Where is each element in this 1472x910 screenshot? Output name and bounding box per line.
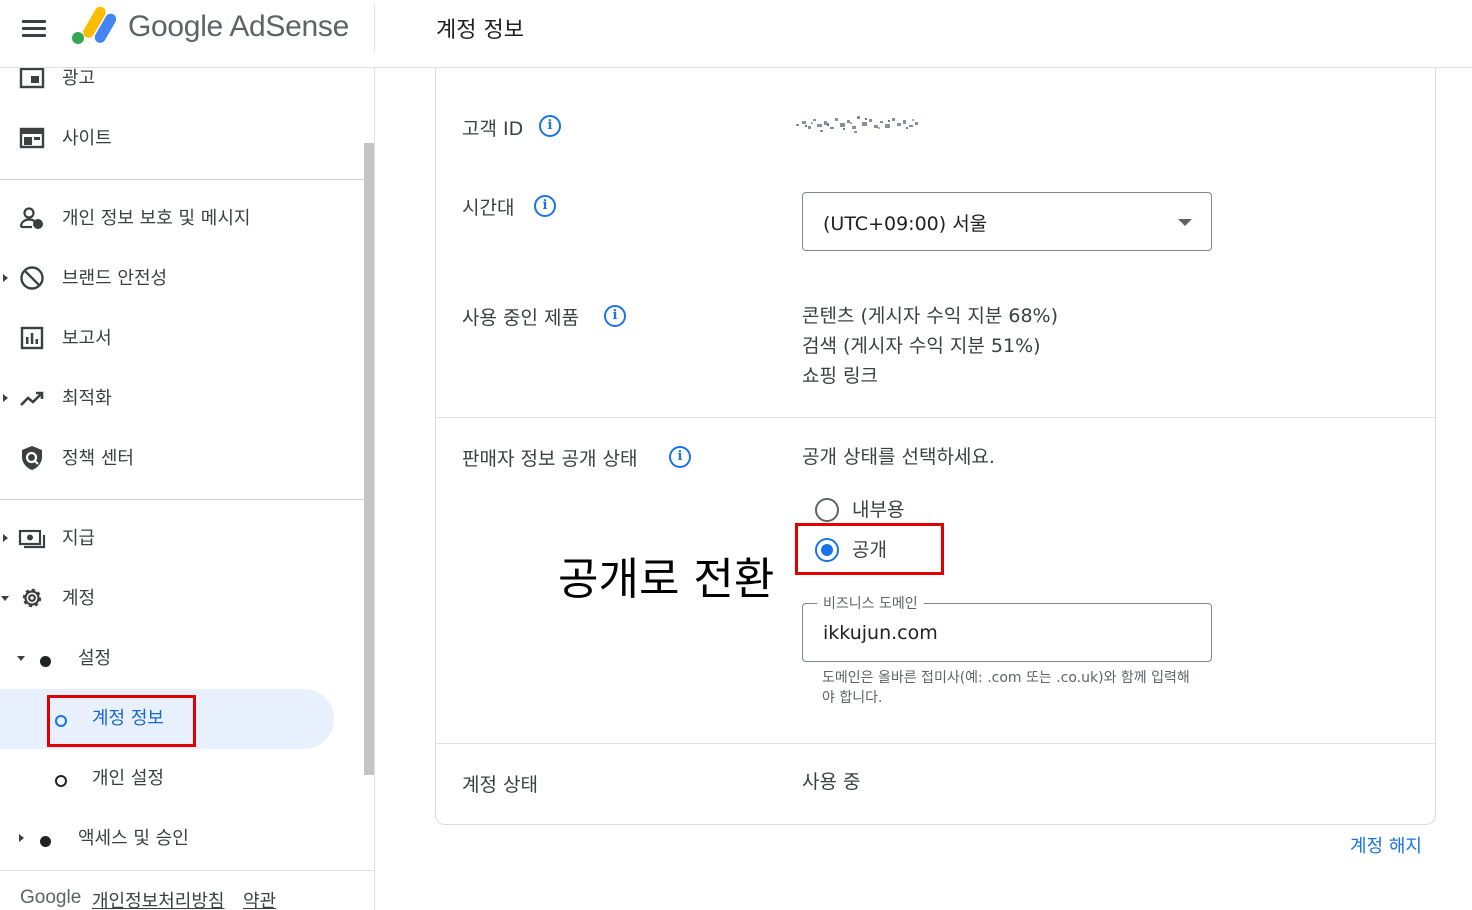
- sidebar-item-privacy-messaging[interactable]: 개인 정보 보호 및 메시지: [0, 190, 362, 246]
- sidebar-item-optimization[interactable]: 최적화: [0, 370, 362, 426]
- expand-caret-icon[interactable]: [19, 834, 24, 842]
- expand-caret-icon[interactable]: [3, 534, 8, 542]
- sidebar-item-label: 최적화: [62, 388, 112, 409]
- app-header: Google AdSense 계정 정보: [0, 0, 1472, 68]
- sidebar-item-label: 개인 설정: [92, 768, 164, 789]
- google-wordmark: Google: [20, 887, 82, 908]
- collapse-caret-icon[interactable]: [1, 596, 9, 601]
- account-status-label: 계정 상태: [462, 774, 538, 796]
- block-icon: [20, 266, 44, 290]
- sidebar-item-label: 계정: [62, 588, 96, 609]
- brand-name: Google AdSense: [128, 10, 349, 43]
- sidebar-item-label: 개인 정보 보호 및 메시지: [62, 208, 251, 229]
- collapse-caret-icon[interactable]: [17, 656, 25, 661]
- policy-shield-icon: [22, 446, 42, 470]
- timezone-select[interactable]: (UTC+09:00) 서울: [802, 192, 1212, 251]
- sidebar-item-label: 정책 센터: [62, 448, 134, 469]
- trending-up-icon: [20, 391, 44, 406]
- bar-chart-icon: [20, 326, 44, 350]
- adsense-logo-icon: [72, 6, 116, 44]
- site-icon: [19, 127, 45, 149]
- gear-icon: [22, 588, 42, 608]
- redacted-customer-id: [796, 116, 918, 133]
- product-item: 콘텐츠 (게시자 수익 지분 68%): [802, 305, 1059, 327]
- business-domain-field[interactable]: 비즈니스 도메인 ikkujun.com: [802, 593, 1212, 662]
- sidebar-item-access-authorization[interactable]: 액세스 및 승인: [0, 810, 362, 866]
- dropdown-arrow-icon: [1178, 219, 1192, 226]
- sidebar-item-reports[interactable]: 보고서: [0, 310, 362, 366]
- customer-id-label: 고객 ID: [462, 118, 524, 140]
- sidebar-divider: [0, 179, 364, 180]
- expand-caret-icon[interactable]: [3, 274, 8, 282]
- payments-icon: [18, 529, 46, 549]
- sidebar-item-label: 설정: [78, 648, 112, 669]
- terms-link[interactable]: 약관: [243, 887, 276, 910]
- sidebar-item-ads[interactable]: 광고: [0, 68, 362, 106]
- sidebar-item-brand-safety[interactable]: 브랜드 안전성: [0, 250, 362, 306]
- account-info-card: 고객 ID i 시간대 i (UTC+09:00) 서울 사용 중인 제품 i …: [435, 68, 1436, 825]
- sidebar-item-label: 보고서: [62, 328, 112, 349]
- sidebar-item-label: 액세스 및 승인: [78, 828, 189, 849]
- sidebar-item-settings[interactable]: 설정: [0, 630, 362, 686]
- bullet-icon: [40, 836, 51, 847]
- timezone-label: 시간대: [462, 197, 515, 219]
- sidebar-divider: [0, 499, 364, 500]
- highlight-box: [47, 695, 196, 747]
- header-divider: [374, 4, 375, 52]
- sidebar-footer: Google 개인정보처리방침 약관: [0, 870, 374, 910]
- page-title: 계정 정보: [436, 18, 524, 43]
- seller-visibility-label: 판매자 정보 공개 상태: [462, 448, 638, 470]
- radio-internal[interactable]: [815, 498, 839, 522]
- sidebar-scrollbar[interactable]: [364, 143, 374, 775]
- radio-internal-label[interactable]: 내부용: [852, 495, 904, 522]
- bullet-icon: [40, 656, 51, 667]
- section-divider: [436, 743, 1435, 744]
- sidebar-item-label: 광고: [62, 68, 96, 89]
- close-account-link[interactable]: 계정 해지: [1350, 832, 1422, 858]
- info-icon[interactable]: i: [604, 305, 626, 327]
- domain-helper-text: 도메인은 올바른 접미사(예: .com 또는 .co.uk)와 함께 입력해야…: [822, 670, 1190, 706]
- highlight-box: [795, 523, 944, 575]
- products-label: 사용 중인 제품: [462, 307, 579, 329]
- business-domain-value[interactable]: ikkujun.com: [823, 622, 938, 644]
- seller-visibility-prompt: 공개 상태를 선택하세요.: [802, 446, 995, 468]
- info-icon[interactable]: i: [534, 195, 556, 217]
- ad-unit-icon: [19, 68, 45, 89]
- bullet-ring-icon: [55, 775, 67, 787]
- sidebar-item-account[interactable]: 계정: [0, 570, 362, 626]
- privacy-person-icon: [19, 207, 43, 229]
- section-divider: [436, 417, 1435, 418]
- sidebar-item-payments[interactable]: 지급: [0, 510, 362, 566]
- product-item: 검색 (게시자 수익 지분 51%): [802, 335, 1041, 357]
- account-status-value: 사용 중: [802, 771, 861, 793]
- timezone-selected-value: (UTC+09:00) 서울: [823, 213, 988, 235]
- sidebar-item-label: 브랜드 안전성: [62, 268, 168, 289]
- sidebar-item-label: 사이트: [62, 128, 112, 149]
- sidebar-item-policy-center[interactable]: 정책 센터: [0, 430, 362, 486]
- sidebar: 광고 사이트 개인 정보 보호 및 메시지 브랜드 안전성 보고서 최적화 정책…: [0, 68, 375, 910]
- expand-caret-icon[interactable]: [3, 394, 8, 402]
- sidebar-item-personal-settings[interactable]: 개인 설정: [0, 750, 362, 806]
- annotation-text: 공개로 전환: [558, 554, 775, 605]
- business-domain-label: 비즈니스 도메인: [817, 593, 924, 613]
- sidebar-item-label: 지급: [62, 528, 96, 549]
- info-icon[interactable]: i: [669, 446, 691, 468]
- product-item: 쇼핑 링크: [802, 365, 878, 387]
- sidebar-item-sites[interactable]: 사이트: [0, 110, 362, 166]
- menu-icon[interactable]: [20, 18, 48, 40]
- info-icon[interactable]: i: [539, 115, 561, 137]
- privacy-policy-link[interactable]: 개인정보처리방침: [92, 887, 224, 910]
